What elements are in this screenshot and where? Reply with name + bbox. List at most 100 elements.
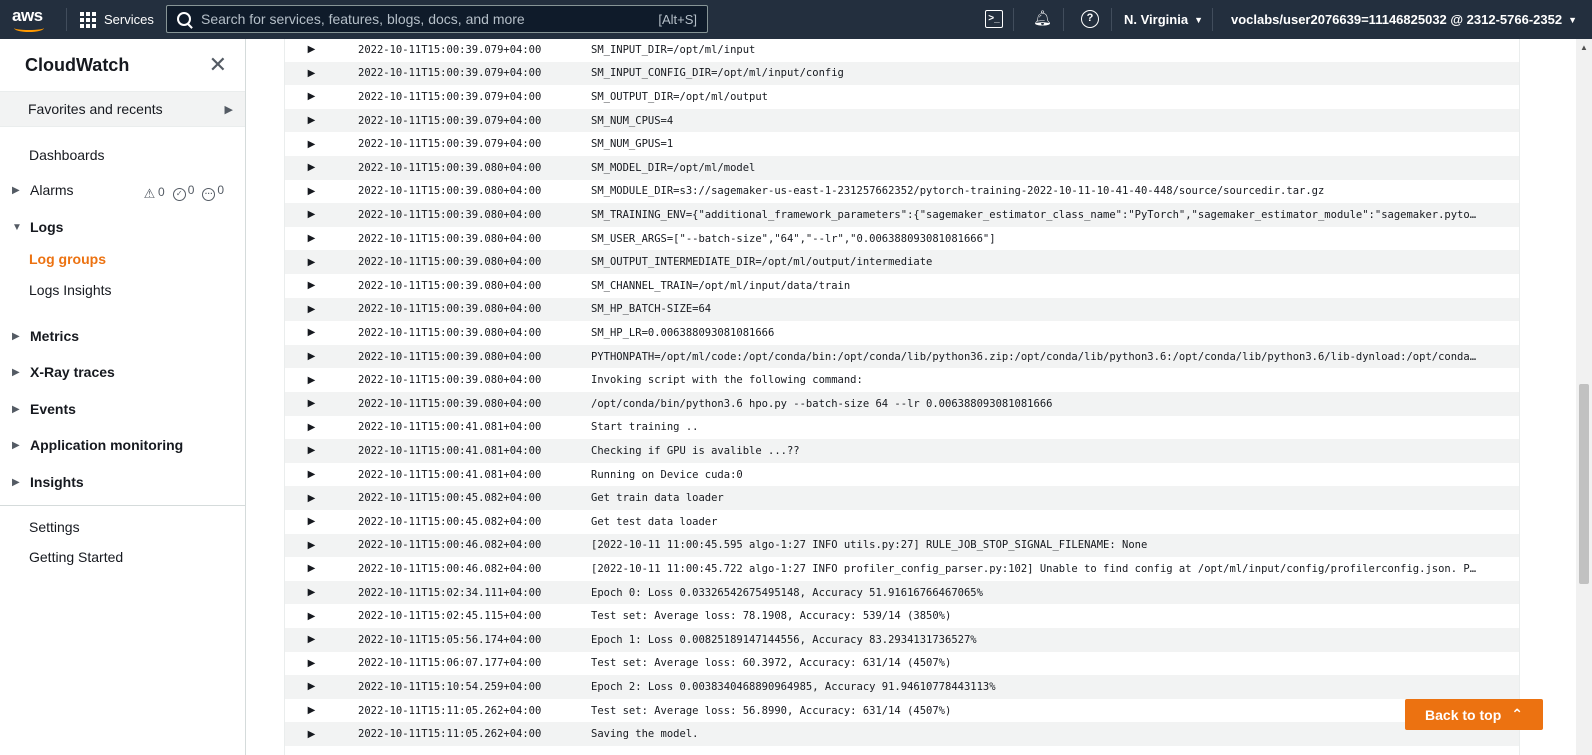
expand-row-icon[interactable]: ▶ [285,422,335,433]
sidebar-item-logs-insights[interactable]: Logs Insights [29,282,112,298]
expand-row-icon[interactable]: ▶ [285,634,335,645]
expand-row-icon[interactable]: ▶ [285,304,335,315]
aws-logo[interactable]: aws [12,6,52,34]
log-event-row[interactable]: ▶ 2022-10-11T15:00:45.082+04:00 Get train … [285,486,1519,510]
log-event-row[interactable]: ▶ 2022-10-11T15:00:39.079+04:00 SM_NUM_CPU… [285,108,1519,133]
log-event-row[interactable]: ▶ 2022-10-11T15:00:39.080+04:00 Invoking s… [285,368,1519,392]
log-event-row[interactable]: ▶ 2022-10-11T15:05:56.174+04:00 Epoch 1: L… [285,628,1519,652]
log-event-row[interactable]: ▶ 2022-10-11T15:00:39.080+04:00/opt/conda… [285,392,1519,416]
sidebar-item-getting-started[interactable]: Getting Started [29,549,123,565]
log-event-row[interactable]: ▶ 2022-10-11T15:00:39.080+04:00 SM_MODULE_… [285,180,1519,204]
alarm-count-in-alarm[interactable]: ⚠ 0 [143,185,165,200]
alarm-count-ok[interactable]: ✓ 0 [172,183,194,201]
expand-row-icon[interactable]: ▶ [285,186,335,197]
account-menu[interactable]: voclabs/user2076639=11146825032 @ 2312-5… [1231,0,1577,39]
region-selector[interactable]: N. Virginia ▼ [1124,0,1203,39]
expand-row-icon[interactable]: ▶ [285,493,335,504]
expand-row-icon[interactable]: ▶ [285,705,335,716]
sidebar-item-application-monitoring[interactable]: ▶ Application monitoring [12,437,183,453]
favorites-and-recents[interactable]: Favorites and recents ▶ [0,91,245,127]
sidebar-item-logs[interactable]: ▼ Logs [12,219,63,235]
log-event-row[interactable]: ▶ 2022-10-11T15:00:41.081+04:00 Running on… [285,463,1519,487]
log-event-row[interactable]: ▶ 2022-10-11T15:00:39.079+04:00 SM_NUM_GPU… [285,132,1519,156]
sidebar-title[interactable]: CloudWatch [25,55,129,76]
log-event-row[interactable]: ▶ 2022-10-11T15:11:05.262+04:00 Saving the… [285,722,1519,746]
expand-row-icon[interactable]: ▶ [285,68,335,79]
sidebar-item-label: X-Ray traces [30,364,115,380]
expand-row-icon[interactable]: ▶ [285,139,335,150]
back-to-top-button[interactable]: Back to top ⌃ [1405,699,1543,730]
expand-row-icon[interactable]: ▶ [285,445,335,456]
log-message: SM_OUTPUT_INTERMEDIATE_DIR=/opt/ml/outpu… [591,256,933,269]
expand-row-icon[interactable]: ▶ [285,280,335,291]
expand-row-icon[interactable]: ▶ [285,209,335,220]
log-event-row[interactable]: ▶ 2022-10-11T15:00:39.080+04:00 SM_CHANNEL… [285,274,1519,298]
log-event-row[interactable]: ▶ 2022-10-11T15:00:39.080+04:00 SM_HP_LR=0… [285,321,1519,345]
log-timestamp: 2022-10-11T15:00:39.080+04:00 [358,208,542,221]
sidebar-item-xray-traces[interactable]: ▶ X-Ray traces [12,364,115,380]
sidebar-item-metrics[interactable]: ▶ Metrics [12,328,79,344]
log-event-row[interactable]: ▶ 2022-10-11T15:00:39.079+04:00 SM_OUTPUT_… [285,85,1519,109]
log-event-row[interactable]: ▶ 2022-10-11T15:11:05.262+04:00 Test set: … [285,699,1519,723]
expand-row-icon[interactable]: ▶ [285,162,335,173]
log-event-row[interactable]: ▶ 2022-10-11T15:00:41.081+04:00 Start trai… [285,416,1519,440]
close-icon[interactable]: ✕ [209,54,227,76]
bell-icon[interactable]: 🔔︎ [1033,10,1052,28]
expand-row-icon[interactable]: ▶ [285,398,335,409]
expand-row-icon[interactable]: ▶ [285,516,335,527]
log-event-row[interactable]: ▶ 2022-10-11T15:00:39.080+04:00 SM_HP_BATC… [285,297,1519,322]
log-event-row[interactable]: ▶ 2022-10-11T15:02:45.115+04:00 Test set: … [285,604,1519,628]
expand-row-icon[interactable]: ▶ [285,233,335,244]
log-event-row[interactable]: ▶ 2022-10-11T15:06:07.177+04:00 Test set: … [285,652,1519,676]
sidebar-item-insights[interactable]: ▶ Insights [12,474,84,490]
scroll-thumb[interactable] [1579,384,1589,584]
scroll-up-icon[interactable]: ▲ [1580,43,1588,52]
log-event-row[interactable]: ▶ 2022-10-11T15:00:39.080+04:00 SM_MODEL_D… [285,156,1519,180]
sidebar-item-alarms[interactable]: ▶ Alarms [12,182,74,198]
expand-row-icon[interactable]: ▶ [285,327,335,338]
log-event-row[interactable]: ▶ 2022-10-11T15:00:46.082+04:00 [2022-10-1… [285,533,1519,558]
expand-row-icon[interactable]: ▶ [285,115,335,126]
log-message: Running on Device cuda:0 [591,468,743,481]
log-event-row[interactable]: ▶ 2022-10-11T15:00:39.079+04:00 SM_INPUT_C… [285,61,1519,86]
expand-row-icon[interactable]: ▶ [285,44,335,55]
log-event-row[interactable]: ▶ 2022-10-11T15:00:46.082+04:00 [2022-10-1… [285,557,1519,581]
expand-row-icon[interactable]: ▶ [285,611,335,622]
expand-row-icon[interactable]: ▶ [285,91,335,102]
sidebar-item-settings[interactable]: Settings [29,519,80,535]
cloudshell-icon[interactable]: >_ [985,10,1003,28]
log-event-row[interactable]: ▶ 2022-10-11T15:00:45.082+04:00 Get test d… [285,510,1519,534]
expand-row-icon[interactable]: ▶ [285,351,335,362]
log-event-row[interactable]: ▶ 2022-10-11T15:02:34.111+04:00 Epoch 0: L… [285,580,1519,605]
log-timestamp: 2022-10-11T15:00:45.082+04:00 [358,492,542,505]
log-event-row[interactable]: ▶ 2022-10-11T15:00:39.079+04:00 SM_INPUT_D… [285,38,1519,62]
expand-row-icon[interactable]: ▶ [285,587,335,598]
search-box[interactable]: [Alt+S] [166,5,708,33]
expand-row-icon[interactable]: ▶ [285,681,335,692]
expand-row-icon[interactable]: ▶ [285,563,335,574]
log-event-row[interactable]: ▶ 2022-10-11T15:00:39.080+04:00 SM_USER_AR… [285,227,1519,251]
help-icon[interactable]: ? [1081,10,1099,28]
sidebar-item-events[interactable]: ▶ Events [12,401,76,417]
sidebar-item-log-groups[interactable]: Log groups [29,251,106,267]
expand-row-icon[interactable]: ▶ [285,540,335,551]
search-input[interactable] [201,11,641,27]
log-event-row[interactable]: ▶ 2022-10-11T15:00:39.080+04:00 SM_TRAININ… [285,203,1519,227]
log-timestamp: 2022-10-11T15:00:39.079+04:00 [358,138,542,151]
expand-row-icon[interactable]: ▶ [285,729,335,740]
log-event-row[interactable]: ▶ 2022-10-11T15:00:39.080+04:00 SM_OUTPUT_… [285,250,1519,274]
expand-row-icon[interactable]: ▶ [285,375,335,386]
sidebar-item-label: Insights [30,474,84,490]
expand-row-icon[interactable]: ▶ [285,469,335,480]
alarm-count-insufficient[interactable]: ··· 0 [202,183,224,201]
log-event-row[interactable]: ▶ 2022-10-11T15:10:54.259+04:00 Epoch 2: L… [285,675,1519,699]
page-scrollbar[interactable]: ▲ [1576,39,1592,755]
expand-row-icon[interactable]: ▶ [285,257,335,268]
expand-row-icon[interactable]: ▶ [285,658,335,669]
log-event-row[interactable]: ▶ 2022-10-11T15:00:41.081+04:00 Checking i… [285,439,1519,463]
sidebar-item-label: Metrics [30,328,80,344]
sidebar: CloudWatch ✕ Favorites and recents ▶ Das… [0,39,246,755]
sidebar-item-dashboards[interactable]: Dashboards [29,147,105,163]
services-menu-button[interactable]: Services [80,0,154,39]
log-event-row[interactable]: ▶ 2022-10-11T15:00:39.080+04:00 PYTHONPATH… [285,344,1519,369]
